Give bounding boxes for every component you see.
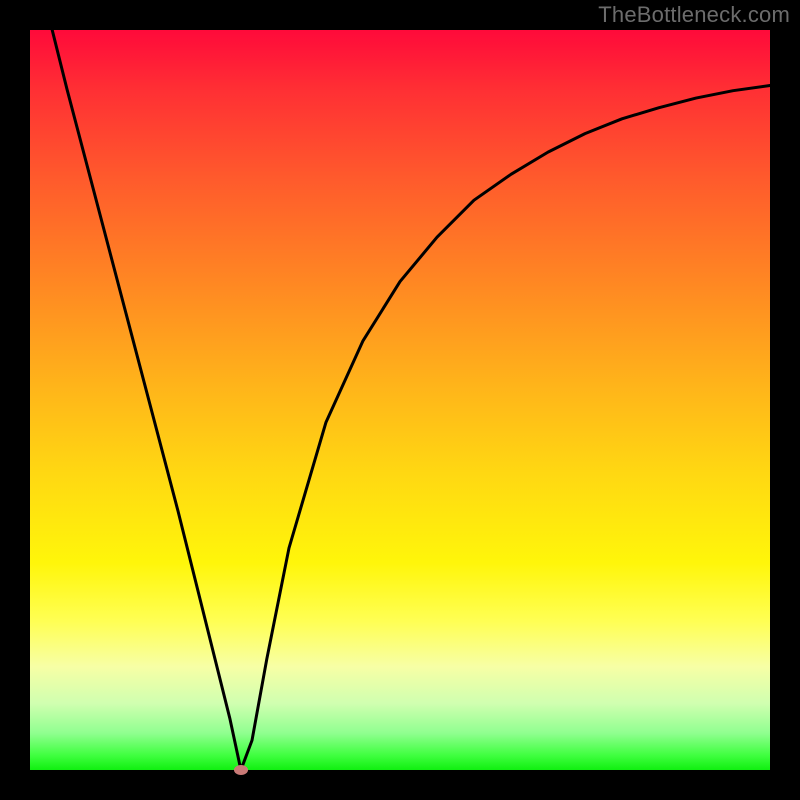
bottleneck-curve <box>52 30 770 770</box>
watermark-text: TheBottleneck.com <box>598 2 790 28</box>
curve-svg <box>30 30 770 770</box>
chart-container: TheBottleneck.com <box>0 0 800 800</box>
plot-area <box>30 30 770 770</box>
minimum-marker <box>234 765 248 775</box>
